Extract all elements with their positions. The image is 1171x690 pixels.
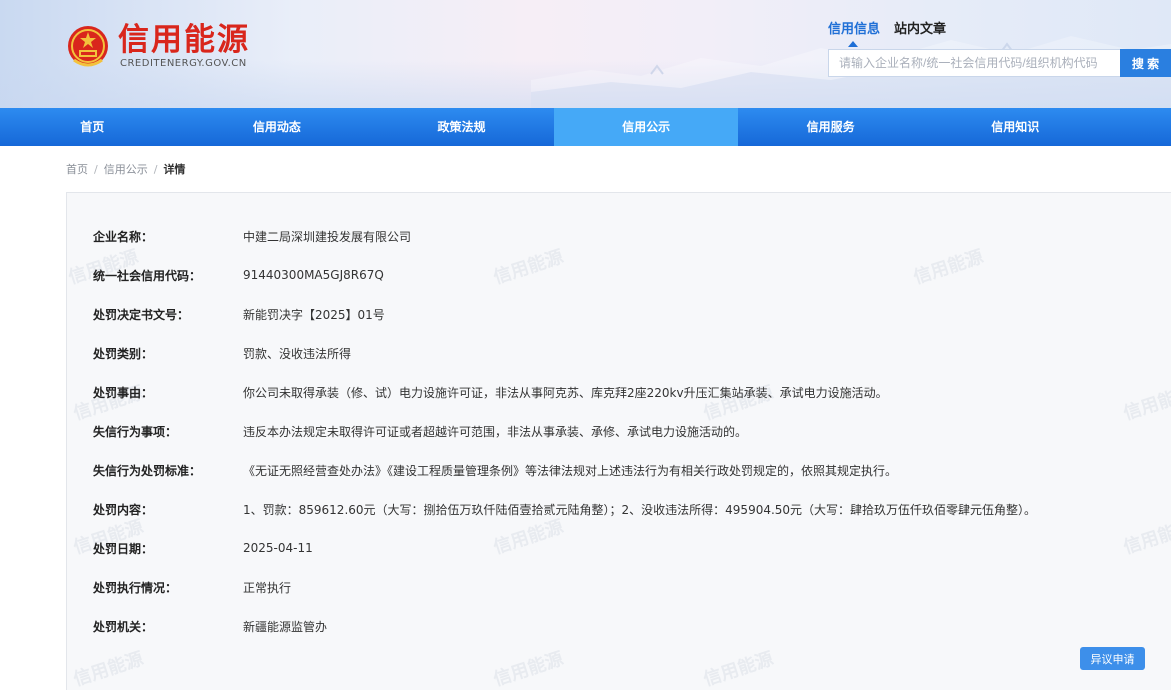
dishonest-matter-value: 违反本办法规定未取得许可证或者超越许可范围，非法从事承装、承修、承试电力设施活动… bbox=[243, 424, 748, 439]
appeal-button[interactable]: 异议申请 bbox=[1080, 647, 1145, 670]
penalty-date-label: 处罚日期： bbox=[93, 541, 154, 556]
penalty-reason-label: 处罚事由： bbox=[93, 385, 154, 400]
main-nav: 首页 信用动态 政策法规 信用公示 信用服务 信用知识 bbox=[0, 108, 1171, 146]
detail-row-penalty-type: 处罚类别： 罚款、没收违法所得 bbox=[93, 343, 351, 363]
nav-item-credit-disclosure[interactable]: 信用公示 bbox=[553, 108, 739, 146]
nav-item-credit-knowledge[interactable]: 信用知识 bbox=[923, 108, 1108, 146]
watermark: 信用能源 bbox=[1120, 516, 1171, 559]
watermark: 信用能源 bbox=[490, 516, 566, 559]
breadcrumb-credit-disclosure[interactable]: 信用公示 bbox=[104, 161, 148, 177]
decision-number-label: 处罚决定书文号： bbox=[93, 307, 190, 322]
penalty-reason-value: 你公司未取得承装（修、试）电力设施许可证，非法从事阿克苏、库克拜2座220kv升… bbox=[243, 385, 888, 400]
penalty-standard-value: 《无证无照经营查处办法》《建设工程质量管理条例》等法律法规对上述违法行为有相关行… bbox=[243, 463, 898, 478]
national-emblem-icon bbox=[68, 26, 108, 67]
search-tabs: 信用信息 站内文章 bbox=[828, 21, 946, 47]
tab-site-articles[interactable]: 站内文章 bbox=[894, 21, 946, 39]
nav-item-credit-services[interactable]: 信用服务 bbox=[738, 108, 923, 146]
credit-code-value: 91440300MA5GJ8R67Q bbox=[243, 268, 384, 282]
penalty-authority-value: 新疆能源监管办 bbox=[243, 619, 328, 634]
detail-row-decision-number: 处罚决定书文号： 新能罚决字【2025】01号 bbox=[93, 304, 385, 324]
execution-status-value: 正常执行 bbox=[243, 580, 292, 595]
penalty-content-value: 1、罚款：859612.60元（大写：捌拾伍万玖仟陆佰壹拾贰元陆角整）；2、没收… bbox=[243, 502, 1037, 517]
breadcrumb-separator: / bbox=[153, 162, 158, 176]
watermark: 信用能源 bbox=[1120, 382, 1171, 425]
breadcrumb-current: 详情 bbox=[163, 163, 186, 176]
site-title[interactable]: 信用能源 bbox=[118, 22, 250, 58]
penalty-standard-label: 失信行为处罚标准： bbox=[93, 463, 202, 478]
nav-item-home[interactable]: 首页 bbox=[0, 108, 185, 146]
company-name-value: 中建二局深圳建投发展有限公司 bbox=[243, 229, 412, 244]
penalty-type-label: 处罚类别： bbox=[93, 346, 154, 361]
site-header: 信用能源 CREDITENERGY.GOV.CN 信用信息 站内文章 搜 索 bbox=[0, 0, 1171, 108]
decision-number-value: 新能罚决字【2025】01号 bbox=[243, 307, 385, 322]
detail-row-penalty-standard: 失信行为处罚标准： 《无证无照经营查处办法》《建设工程质量管理条例》等法律法规对… bbox=[93, 460, 897, 480]
detail-row-penalty-content: 处罚内容： 1、罚款：859612.60元（大写：捌拾伍万玖仟陆佰壹拾贰元陆角整… bbox=[93, 499, 1036, 519]
dishonest-matter-label: 失信行为事项： bbox=[93, 424, 178, 439]
company-name-label: 企业名称： bbox=[93, 229, 154, 244]
detail-row-penalty-reason: 处罚事由： 你公司未取得承装（修、试）电力设施许可证，非法从事阿克苏、库克拜2座… bbox=[93, 382, 888, 402]
credit-code-label: 统一社会信用代码： bbox=[93, 268, 202, 283]
watermark: 信用能源 bbox=[490, 648, 566, 690]
search-button[interactable]: 搜 索 bbox=[1120, 49, 1171, 77]
detail-row-penalty-authority: 处罚机关： 新疆能源监管办 bbox=[93, 616, 327, 636]
search-input[interactable] bbox=[828, 49, 1121, 77]
watermark: 信用能源 bbox=[700, 648, 776, 690]
nav-item-policies[interactable]: 政策法规 bbox=[369, 108, 554, 146]
watermark: 信用能源 bbox=[910, 246, 986, 289]
detail-panel: 信用能源 信用能源 信用能源 信用能源 信用能源 信用能源 信用能源 信用能源 … bbox=[66, 192, 1171, 690]
breadcrumb-home[interactable]: 首页 bbox=[66, 161, 88, 177]
detail-row-execution-status: 处罚执行情况： 正常执行 bbox=[93, 577, 291, 597]
breadcrumb: 首页 / 信用公示 / 详情 bbox=[66, 161, 185, 177]
site-domain: CREDITENERGY.GOV.CN bbox=[120, 58, 247, 69]
penalty-authority-label: 处罚机关： bbox=[93, 619, 154, 634]
watermark: 信用能源 bbox=[70, 648, 146, 690]
watermark: 信用能源 bbox=[490, 246, 566, 289]
detail-row-company-name: 企业名称： 中建二局深圳建投发展有限公司 bbox=[93, 226, 411, 246]
nav-item-credit-news[interactable]: 信用动态 bbox=[185, 108, 370, 146]
penalty-content-label: 处罚内容： bbox=[93, 502, 154, 517]
breadcrumb-separator: / bbox=[94, 162, 98, 176]
detail-row-dishonest-matter: 失信行为事项： 违反本办法规定未取得许可证或者超越许可范围，非法从事承装、承修、… bbox=[93, 421, 747, 441]
detail-row-credit-code: 统一社会信用代码： 91440300MA5GJ8R67Q bbox=[93, 265, 384, 285]
penalty-type-value: 罚款、没收违法所得 bbox=[243, 346, 352, 361]
execution-status-label: 处罚执行情况： bbox=[93, 580, 178, 595]
penalty-date-value: 2025-04-11 bbox=[243, 541, 313, 555]
tab-credit-info[interactable]: 信用信息 bbox=[828, 21, 880, 47]
detail-row-penalty-date: 处罚日期： 2025-04-11 bbox=[93, 538, 313, 558]
